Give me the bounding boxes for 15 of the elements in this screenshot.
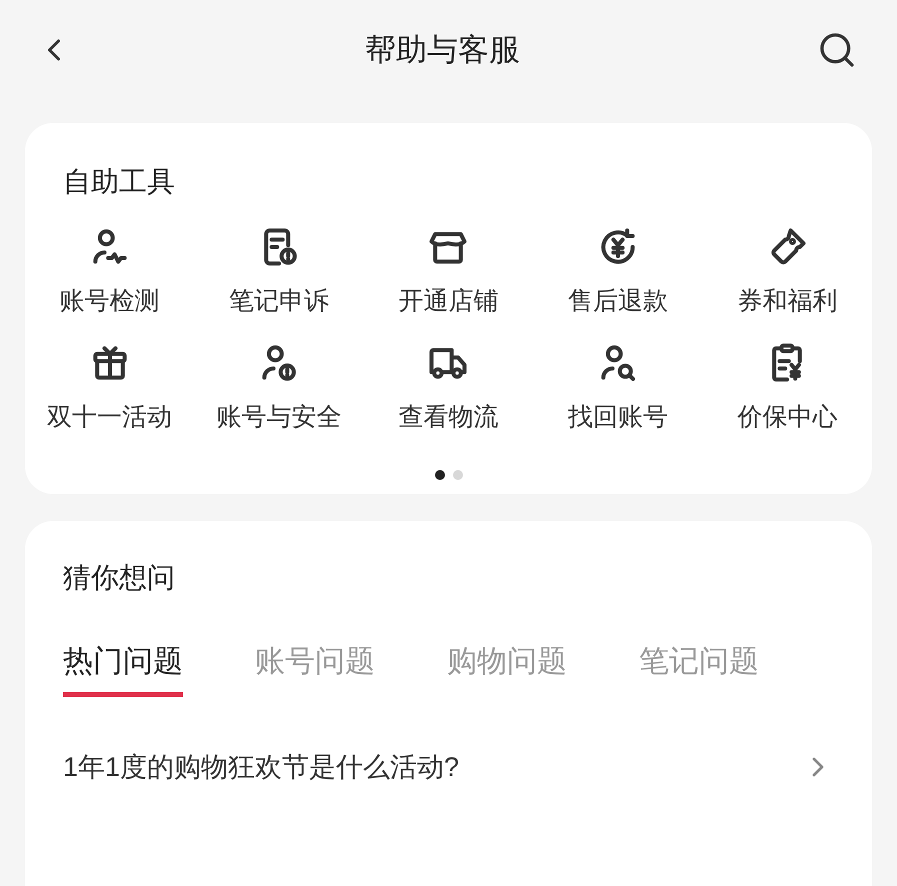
tool-item[interactable]: 双十一活动 xyxy=(25,340,194,436)
tool-item[interactable]: 笔记申诉 xyxy=(194,225,364,320)
section-title: 猜你想问 xyxy=(63,562,175,593)
tool-item[interactable]: 价保中心 xyxy=(702,340,872,436)
question-row[interactable]: 1年1度的购物狂欢节是什么活动? xyxy=(25,747,872,788)
tool-item[interactable]: 账号检测 xyxy=(25,225,194,320)
tool-item[interactable]: 找回账号 xyxy=(533,340,703,436)
tool-item[interactable]: 账号与安全 xyxy=(194,340,364,436)
page-title: 帮助与客服 xyxy=(365,30,520,69)
tool-item[interactable]: 券和福利 xyxy=(702,225,872,320)
tool-item[interactable]: 查看物流 xyxy=(364,340,534,436)
faq-tab[interactable]: 热门问题 xyxy=(63,639,183,697)
tool-item[interactable]: 售后退款 xyxy=(533,225,703,320)
tool-item[interactable]: 开通店铺 xyxy=(364,225,534,320)
section-title: 自助工具 xyxy=(63,166,175,197)
